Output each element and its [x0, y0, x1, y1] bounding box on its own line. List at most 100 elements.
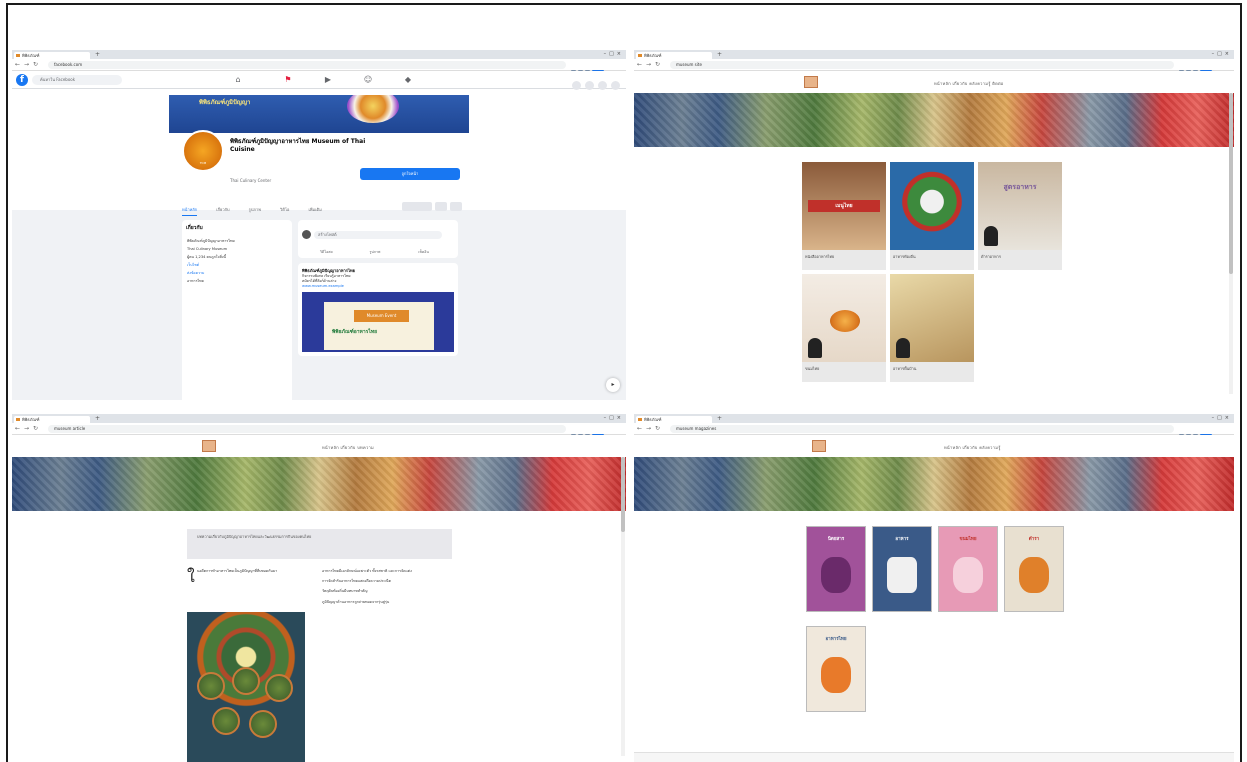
page-name: พิพิธภัณฑ์ภูมิปัญญาอาหารไทย Museum of Th… [230, 138, 366, 153]
tab-videos[interactable]: วิดีโอ [280, 205, 289, 215]
book-item[interactable]: ขนมไทย [802, 274, 886, 382]
url-field[interactable]: museum magazines [670, 425, 1174, 433]
food-bowl [197, 672, 225, 700]
magazine-item[interactable]: ขนมไทย [938, 526, 998, 612]
book-item[interactable]: สูตรอาหาร ตำราอาหาร [978, 162, 1062, 270]
reload-icon[interactable]: ↻ [32, 425, 39, 432]
magazine-illustration [1019, 557, 1049, 593]
forward-icon[interactable]: → [23, 425, 30, 432]
scrollbar-thumb[interactable] [1229, 93, 1233, 274]
message-button[interactable] [402, 202, 432, 211]
back-icon[interactable]: ← [14, 61, 21, 68]
site-menu[interactable]: หน้าหลัก เกี่ยวกับ บทความ [322, 444, 374, 451]
window-controls[interactable]: –□× [594, 51, 624, 58]
about-link[interactable]: ส่งข้อความ [187, 271, 287, 276]
magazine-item[interactable]: อาหาร [872, 526, 932, 612]
new-tab-icon[interactable]: + [94, 415, 101, 422]
book-cover [802, 274, 886, 362]
site-logo-icon[interactable] [812, 440, 826, 452]
back-icon[interactable]: ← [636, 425, 643, 432]
magazine-item[interactable]: นิตยสาร [806, 526, 866, 612]
book-item[interactable]: เมนูไทย หนังสืออาหารไทย [802, 162, 886, 270]
home-icon[interactable]: ⌂ [232, 74, 244, 86]
cover-flower-decoration [347, 95, 399, 123]
book-caption: ตำราอาหาร [981, 254, 1001, 259]
check-in-button[interactable]: เช็คอิน [399, 249, 448, 255]
watch-icon[interactable]: ▶ [322, 74, 334, 86]
groups-icon[interactable]: ☺ [362, 74, 374, 86]
forward-icon[interactable]: → [23, 61, 30, 68]
book-item[interactable]: อาหารพื้นบ้าน [890, 274, 974, 382]
tab-title: พิพิธภัณฑ์ [22, 53, 40, 58]
reload-icon[interactable]: ↻ [654, 425, 661, 432]
scrollbar[interactable] [1229, 93, 1233, 394]
post-card: พิพิธภัณฑ์ภูมิปัญญาอาหารไทย กิจกรรมพิเศษ… [298, 263, 458, 356]
new-tab-icon[interactable]: + [716, 415, 723, 422]
site-menu[interactable]: หน้าหลัก เกี่ยวกับ คลังความรู้ [944, 444, 1001, 451]
book-caption: ขนมไทย [805, 366, 820, 371]
new-tab-icon[interactable]: + [94, 51, 101, 58]
browser-tab[interactable]: พิพิธภัณฑ์ [14, 416, 90, 423]
pages-icon[interactable]: ⚑ [282, 74, 294, 86]
search-input[interactable]: ค้นหาใน Facebook [32, 75, 122, 85]
magazine-item[interactable]: ตำรา [1004, 526, 1064, 612]
article-paragraph: อาหารไทยมีเอกลักษณ์เฉพาะตัว ทั้งรสชาติ แ… [322, 569, 412, 573]
tab-bar: พิพิธภัณฑ์ + –□× [12, 50, 626, 59]
facebook-logo-icon[interactable]: f [16, 74, 28, 86]
forward-icon[interactable]: → [645, 61, 652, 68]
post-composer: สร้างโพสต์ วิดีโอสด รูปภาพ เช็คอิน [298, 220, 458, 258]
menu-icon[interactable] [572, 81, 581, 90]
post-image[interactable]: Museum Event พิพิธภัณฑ์อาหารไทย [302, 292, 454, 352]
window-controls[interactable]: –□× [594, 415, 624, 422]
site-menu[interactable]: หน้าหลัก เกี่ยวกับ คลังความรู้ ติดต่อ [934, 80, 1004, 87]
more-options-icon[interactable] [450, 202, 462, 211]
article-paragraph: การจัดสำรับอาหารไทยแสดงถึงความประณีต [322, 579, 391, 584]
new-tab-icon[interactable]: + [716, 51, 723, 58]
browser-tab[interactable]: พิพิธภัณฑ์ [636, 416, 712, 423]
about-link-text: เว็บไซต์ [187, 263, 200, 267]
facebook-topbar: f ค้นหาใน Facebook ⌂ ⚑ ▶ ☺ ◆ [12, 71, 626, 90]
browser-tab[interactable]: พิพิธภัณฑ์ [14, 52, 90, 59]
book-cover-person [984, 226, 998, 246]
post-link[interactable]: www.museum.example [302, 284, 454, 289]
forward-icon[interactable]: → [645, 425, 652, 432]
tab-home[interactable]: หน้าหลัก [182, 205, 198, 216]
back-icon[interactable]: ← [14, 425, 21, 432]
tab-more[interactable]: เพิ่มเติม [308, 205, 321, 215]
site-logo-icon[interactable] [804, 76, 818, 88]
book-cover-person [896, 338, 910, 358]
search-page-icon[interactable] [435, 202, 447, 211]
messenger-icon[interactable] [585, 81, 594, 90]
tab-photos[interactable]: รูปภาพ [249, 205, 261, 215]
chat-bubble-icon[interactable]: ▸ [606, 378, 620, 392]
back-icon[interactable]: ← [636, 61, 643, 68]
scrollbar-thumb[interactable] [621, 457, 625, 532]
live-video-button[interactable]: วิดีโอสด [302, 249, 351, 255]
cover-photo[interactable]: พิพิธภัณฑ์ภูมิปัญญา [169, 95, 469, 133]
tab-about[interactable]: เกี่ยวกับ [216, 205, 229, 215]
address-bar: ← → ↻ museum magazines [634, 423, 1234, 439]
url-field[interactable]: facebook.com [48, 61, 566, 69]
notifications-icon[interactable] [598, 81, 607, 90]
reload-icon[interactable]: ↻ [654, 61, 661, 68]
site-logo-icon[interactable] [202, 440, 216, 452]
url-field[interactable]: museum site [670, 61, 1174, 69]
book-item[interactable]: อาหารท้องถิ่น [890, 162, 974, 270]
photo-button[interactable]: รูปภาพ [351, 249, 400, 255]
account-menu-icon[interactable] [611, 81, 620, 90]
like-page-button[interactable]: ถูกใจหน้า [360, 168, 460, 180]
scrollbar[interactable] [621, 457, 625, 756]
post-author[interactable]: พิพิธภัณฑ์ภูมิปัญญาอาหารไทย [302, 267, 454, 274]
site-banner [12, 457, 626, 511]
browser-tab[interactable]: พิพิธภัณฑ์ [636, 52, 712, 59]
window-controls[interactable]: –□× [1202, 51, 1232, 58]
composer-input[interactable]: สร้างโพสต์ [314, 230, 442, 239]
tab-bar: พิพิธภัณฑ์ + –□× [12, 414, 626, 423]
about-link[interactable]: เว็บไซต์ [187, 263, 287, 268]
profile-picture[interactable]: TCM [182, 130, 224, 172]
url-field[interactable]: museum article [48, 425, 566, 433]
window-controls[interactable]: –□× [1202, 415, 1232, 422]
gaming-icon[interactable]: ◆ [402, 74, 414, 86]
reload-icon[interactable]: ↻ [32, 61, 39, 68]
magazine-item[interactable]: อาหารไทย [806, 626, 866, 712]
